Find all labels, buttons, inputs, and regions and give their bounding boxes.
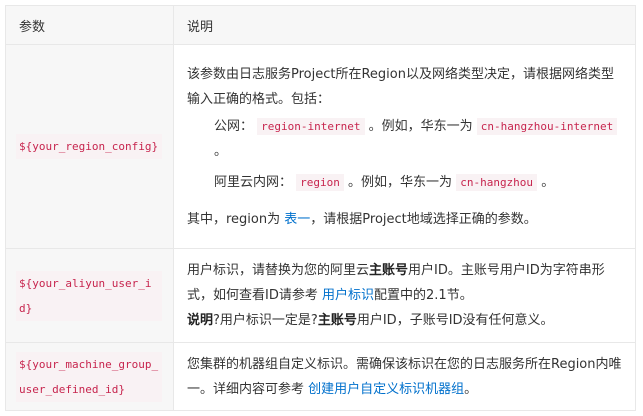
param-cell: ${your_machine_group_user_defined_id}	[5, 342, 174, 411]
desc-cell: 用户标识，请替换为您的阿里云主账号用户ID。主账号用户ID为字符串形式，如何查看…	[173, 248, 636, 343]
table-header-row: 参数 说明	[5, 5, 636, 45]
footer-prefix: 其中，region为	[187, 211, 281, 227]
intranet-line: 阿里云内网： region 。例如，华东一为 cn-hangzhou 。	[187, 170, 625, 195]
parameter-table: 参数 说明 ${your_region_config} 该参数由日志服务Proj…	[5, 5, 636, 411]
param-code: ${your_machine_group_user_defined_id}	[16, 351, 162, 402]
create-machine-group-link[interactable]: 创建用户自定义标识机器组	[308, 382, 464, 397]
intranet-example-text: 。例如，华东一为	[348, 174, 453, 190]
user-id-link[interactable]: 用户标识	[322, 288, 374, 303]
intranet-end: 。	[541, 174, 555, 190]
note-prefix: ?用户标识一定是?	[213, 313, 318, 328]
region-footer: 其中，region为 表一，请根据Project地域选择正确的参数。	[187, 207, 625, 232]
public-code: region-internet	[257, 117, 365, 135]
public-label: 公网：	[214, 118, 254, 134]
param-code: ${your_region_config}	[16, 134, 162, 159]
public-network-line: 公网： region-internet 。例如，华东一为 cn-hangzhou…	[187, 114, 625, 164]
note-bold: 主账号	[317, 313, 357, 328]
desc-bold: 主账号	[369, 263, 409, 278]
param-code: ${your_aliyun_user_id}	[16, 270, 162, 321]
table-one-link[interactable]: 表一	[284, 212, 310, 227]
header-param-label: 参数	[19, 19, 46, 35]
desc-suffix: 配置中的2.1节。	[374, 288, 473, 303]
table-row: ${your_region_config} 该参数由日志服务Project所在R…	[5, 44, 636, 249]
param-cell: ${your_aliyun_user_id}	[5, 248, 174, 343]
table-row: ${your_aliyun_user_id} 用户标识，请替换为您的阿里云主账号…	[5, 248, 636, 343]
desc-cell: 该参数由日志服务Project所在Region以及网络类型决定，请根据网络类型输…	[173, 44, 636, 249]
public-end: 。	[214, 143, 228, 159]
note-suffix: 用户ID，子账号ID没有任何意义。	[356, 313, 554, 328]
desc-text: 用户标识，请替换为您的阿里云主账号用户ID。主账号用户ID为字符串形式，如何查看…	[187, 258, 625, 308]
header-desc-label: 说明	[187, 19, 214, 35]
desc-prefix: 用户标识，请替换为您的阿里云	[187, 263, 370, 278]
header-param: 参数	[5, 5, 174, 45]
desc-cell: 您集群的机器组自定义标识。需确保该标识在您的日志服务所在Region内唯一。详细…	[173, 342, 636, 411]
intranet-label: 阿里云内网：	[214, 174, 293, 190]
intranet-code: region	[296, 173, 344, 191]
public-example-text: 。例如，华东一为	[368, 118, 473, 134]
public-example-code: cn-hangzhou-internet	[476, 117, 618, 135]
table-row: ${your_machine_group_user_defined_id} 您集…	[5, 342, 636, 411]
desc-text: 该参数由日志服务Project所在Region以及网络类型决定，请根据网络类型输…	[187, 66, 614, 107]
param-cell: ${your_region_config}	[5, 44, 174, 249]
intranet-example-code: cn-hangzhou	[456, 173, 538, 191]
note-label: 说明	[187, 313, 214, 328]
header-desc: 说明	[173, 5, 636, 45]
note-text: 说明?用户标识一定是?主账号用户ID，子账号ID没有任何意义。	[187, 308, 625, 333]
footer-suffix: ，请根据Project地域选择正确的参数。	[310, 211, 537, 227]
desc-suffix: 。	[464, 381, 478, 397]
desc-text: 您集群的机器组自定义标识。需确保该标识在您的日志服务所在Region内唯一。详细…	[187, 352, 625, 402]
